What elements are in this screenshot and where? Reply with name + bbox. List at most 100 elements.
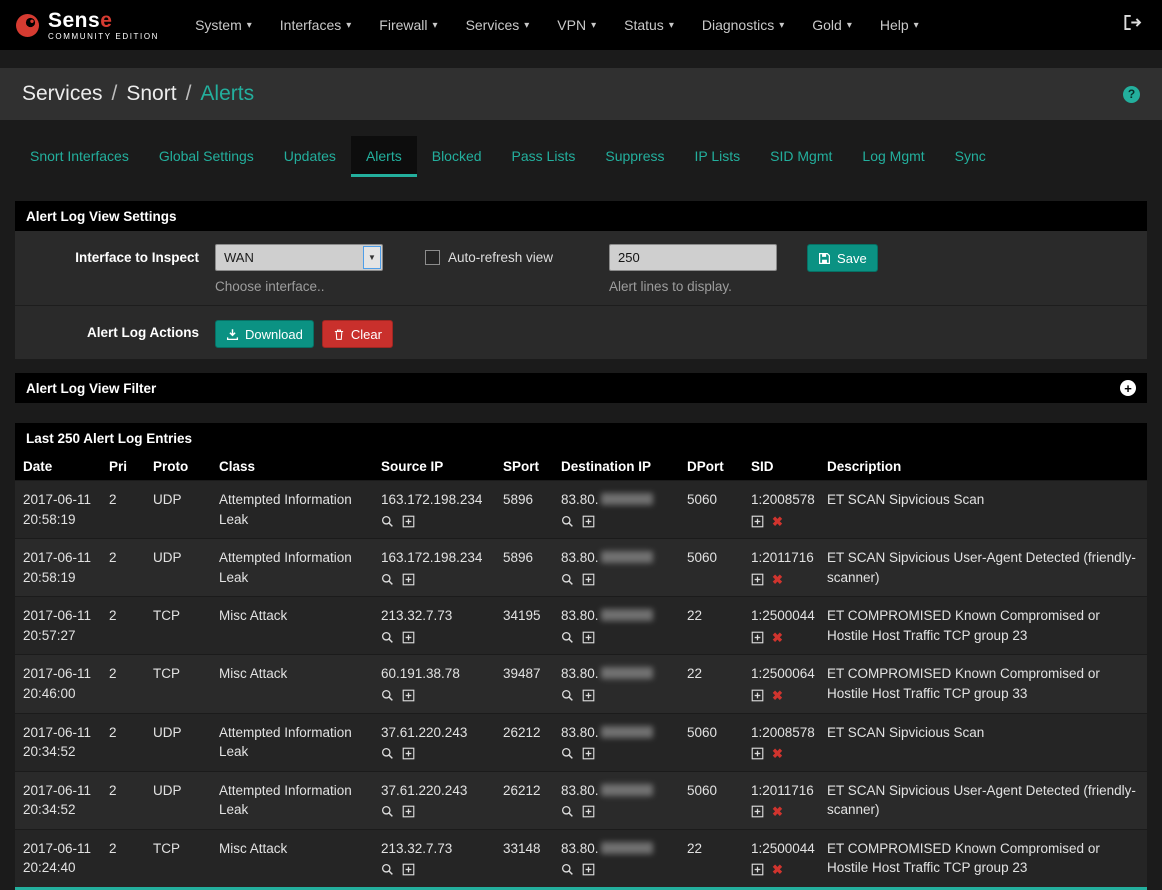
add-to-filter-icon[interactable] [402, 863, 415, 876]
cell-proto: TCP [145, 655, 211, 713]
tab-global-settings[interactable]: Global Settings [144, 136, 269, 177]
add-to-filter-icon[interactable] [402, 747, 415, 760]
search-icon[interactable] [381, 573, 394, 586]
add-to-filter-icon[interactable] [582, 863, 595, 876]
search-icon[interactable] [561, 631, 574, 644]
add-to-filter-icon[interactable] [402, 689, 415, 702]
save-button[interactable]: Save [807, 244, 878, 272]
disable-rule-icon[interactable]: ✖ [772, 747, 783, 760]
search-icon[interactable] [381, 863, 394, 876]
help-icon[interactable]: ? [1123, 86, 1140, 103]
disable-rule-icon[interactable]: ✖ [772, 573, 783, 586]
download-button[interactable]: Download [215, 320, 314, 348]
cell-sid: 1:2008578 ✖ [743, 713, 819, 771]
auto-refresh-label: Auto-refresh view [448, 250, 553, 265]
disable-rule-icon[interactable]: ✖ [772, 689, 783, 702]
search-icon[interactable] [381, 631, 394, 644]
nav-item-firewall[interactable]: Firewall▾ [365, 1, 451, 49]
nav-item-system[interactable]: System▾ [181, 1, 266, 49]
cell-sid: 1:2500044 ✖ [743, 829, 819, 887]
sign-out-icon[interactable] [1117, 8, 1148, 42]
col-dport: DPort [679, 453, 743, 481]
add-suppress-icon[interactable] [751, 689, 764, 702]
alert-lines-input[interactable] [609, 244, 777, 271]
expand-filter-icon[interactable]: + [1120, 380, 1136, 396]
nav-item-gold[interactable]: Gold▾ [798, 1, 866, 49]
cell-date: 2017-06-11 20:58:19 [15, 539, 101, 597]
auto-refresh-checkbox[interactable] [425, 250, 440, 265]
cell-sid: 1:2008578 ✖ [743, 481, 819, 539]
search-icon[interactable] [561, 805, 574, 818]
add-suppress-icon[interactable] [751, 631, 764, 644]
nav-label: Diagnostics [702, 17, 774, 33]
add-suppress-icon[interactable] [751, 515, 764, 528]
tab-alerts[interactable]: Alerts [351, 136, 417, 177]
col-source-ip: Source IP [373, 453, 495, 481]
interface-select[interactable]: WAN ▼ [215, 244, 383, 271]
clear-button[interactable]: Clear [322, 320, 393, 348]
alert-lines-help-text: Alert lines to display. [609, 279, 777, 294]
add-suppress-icon[interactable] [751, 573, 764, 586]
main-menu: System▾ Interfaces▾ Firewall▾ Services▾ … [181, 1, 933, 49]
tab-snort-interfaces[interactable]: Snort Interfaces [15, 136, 144, 177]
add-to-filter-icon[interactable] [402, 805, 415, 818]
nav-item-status[interactable]: Status▾ [610, 1, 688, 49]
cell-pri: 2 [101, 829, 145, 887]
add-to-filter-icon[interactable] [402, 515, 415, 528]
cell-class: Misc Attack [211, 829, 373, 887]
tab-sid-mgmt[interactable]: SID Mgmt [755, 136, 847, 177]
tab-ip-lists[interactable]: IP Lists [680, 136, 756, 177]
interface-row: Interface to Inspect WAN ▼ Choose interf… [15, 231, 1147, 306]
redacted-ip [601, 551, 653, 563]
add-to-filter-icon[interactable] [582, 689, 595, 702]
add-to-filter-icon[interactable] [582, 631, 595, 644]
interface-select-value: WAN [224, 250, 254, 265]
add-to-filter-icon[interactable] [582, 747, 595, 760]
search-icon[interactable] [561, 515, 574, 528]
cell-sport: 26212 [495, 713, 553, 771]
tab-blocked[interactable]: Blocked [417, 136, 497, 177]
nav-item-diagnostics[interactable]: Diagnostics▾ [688, 1, 798, 49]
search-icon[interactable] [381, 689, 394, 702]
tab-log-mgmt[interactable]: Log Mgmt [847, 136, 939, 177]
nav-item-help[interactable]: Help▾ [866, 1, 933, 49]
search-icon[interactable] [561, 689, 574, 702]
add-suppress-icon[interactable] [751, 747, 764, 760]
disable-rule-icon[interactable]: ✖ [772, 515, 783, 528]
search-icon[interactable] [381, 805, 394, 818]
search-icon[interactable] [381, 515, 394, 528]
tab-pass-lists[interactable]: Pass Lists [497, 136, 591, 177]
tab-suppress[interactable]: Suppress [590, 136, 679, 177]
cell-date: 2017-06-11 20:34:52 [15, 771, 101, 829]
panel-title-filter: Alert Log View Filter [26, 381, 156, 396]
search-icon[interactable] [561, 573, 574, 586]
tab-updates[interactable]: Updates [269, 136, 351, 177]
breadcrumb-services[interactable]: Services [22, 82, 103, 106]
cell-sid: 1:2500064 ✖ [743, 655, 819, 713]
tab-sync[interactable]: Sync [940, 136, 1001, 177]
disable-rule-icon[interactable]: ✖ [772, 631, 783, 644]
nav-item-vpn[interactable]: VPN▾ [543, 1, 610, 49]
col-sid: SID [743, 453, 819, 481]
disable-rule-icon[interactable]: ✖ [772, 805, 783, 818]
add-to-filter-icon[interactable] [402, 631, 415, 644]
search-icon[interactable] [561, 747, 574, 760]
add-suppress-icon[interactable] [751, 863, 764, 876]
nav-item-interfaces[interactable]: Interfaces▾ [266, 1, 366, 49]
add-to-filter-icon[interactable] [402, 573, 415, 586]
select-arrow-icon[interactable]: ▼ [363, 246, 381, 269]
brand-logo[interactable]: Sense COMMUNITY EDITION [14, 10, 159, 41]
add-to-filter-icon[interactable] [582, 515, 595, 528]
cell-sid: 1:2500044 ✖ [743, 597, 819, 655]
add-suppress-icon[interactable] [751, 805, 764, 818]
breadcrumb-snort[interactable]: Snort [126, 82, 176, 106]
disable-rule-icon[interactable]: ✖ [772, 863, 783, 876]
cell-description: ET COMPROMISED Known Compromised or Host… [819, 597, 1147, 655]
download-icon [226, 328, 239, 341]
brand-subtitle: COMMUNITY EDITION [48, 33, 159, 41]
add-to-filter-icon[interactable] [582, 573, 595, 586]
search-icon[interactable] [561, 863, 574, 876]
add-to-filter-icon[interactable] [582, 805, 595, 818]
search-icon[interactable] [381, 747, 394, 760]
nav-item-services[interactable]: Services▾ [452, 1, 544, 49]
